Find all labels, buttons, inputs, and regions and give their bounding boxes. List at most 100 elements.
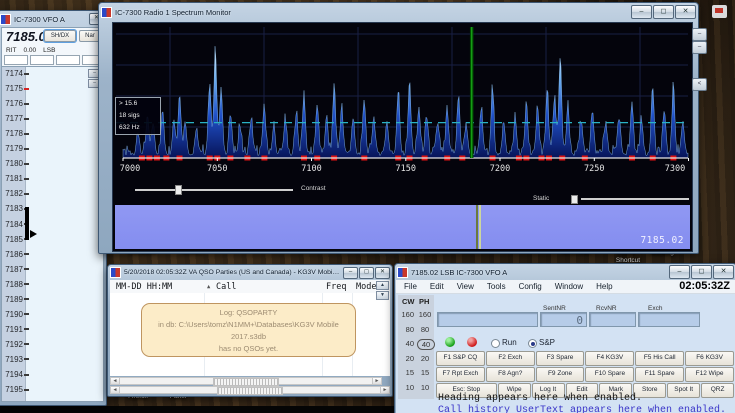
bandmap-freq-7195[interactable]: 7195 <box>2 384 29 395</box>
menu-view[interactable]: View <box>457 282 474 291</box>
maximize-icon[interactable]: ◻ <box>653 5 674 19</box>
f9-button[interactable]: F9 Zone <box>536 367 585 382</box>
bandmap-freq-7193[interactable]: 7193 <box>2 354 29 365</box>
run-radio[interactable] <box>491 339 500 348</box>
bandmap-freq-7196[interactable]: 7196 <box>2 399 29 402</box>
spectrum-span-up-button[interactable]: – <box>692 28 707 41</box>
close-icon[interactable]: ✕ <box>713 265 734 279</box>
minimize-icon[interactable]: – <box>631 5 652 19</box>
scroll-left-icon[interactable]: ◄ <box>111 387 120 393</box>
col-header-freq[interactable]: Freq <box>326 282 346 292</box>
exch-input[interactable] <box>638 312 700 327</box>
f4-button[interactable]: F4 KG3V <box>585 351 634 366</box>
minimize-icon[interactable]: – <box>669 265 690 279</box>
spot-button[interactable]: Spot It <box>667 383 700 398</box>
shdx-button[interactable]: SH/DX <box>44 30 76 42</box>
scrollbar-grip[interactable] <box>217 387 283 395</box>
cw-band-value[interactable]: 80 <box>399 325 414 334</box>
log-titlebar[interactable]: 5/20/2018 02:05:32Z VA QSO Parties (US a… <box>110 266 390 279</box>
memory-box[interactable] <box>4 55 28 65</box>
col-header-call[interactable]: Call <box>216 282 236 292</box>
bandmap-freq-7190[interactable]: 7190 <box>2 309 29 320</box>
desktop-shortcut-icon[interactable] <box>712 5 727 18</box>
col-header-mode[interactable]: Mode <box>356 282 376 292</box>
bandmap-freq-7188[interactable]: 7188 <box>2 279 29 290</box>
ph-band-value[interactable]: 20 <box>417 354 433 363</box>
ph-band-value[interactable]: 80 <box>417 325 433 334</box>
bandmap-freq-7175[interactable]: 7175 <box>2 83 29 94</box>
contrast-slider-thumb[interactable] <box>175 185 182 195</box>
qrz-button[interactable]: QRZ <box>701 383 734 398</box>
f8-button[interactable]: F8 Agn? <box>486 367 535 382</box>
ph-band-value[interactable]: 40 <box>417 339 435 350</box>
menu-tools[interactable]: Tools <box>487 282 506 291</box>
bandmap-freq-7181[interactable]: 7181 <box>2 173 29 184</box>
menu-help[interactable]: Help <box>596 282 612 291</box>
log-horizontal-scrollbar[interactable]: ◄ ► <box>110 377 382 385</box>
ph-band-value[interactable]: 160 <box>417 310 433 319</box>
scrollbar-grip[interactable] <box>213 378 279 386</box>
log-horizontal-scrollbar[interactable]: ◄ ► <box>110 386 390 394</box>
f11-button[interactable]: F11 Spare <box>635 367 684 382</box>
vfo-titlebar[interactable]: IC-7300 VFO A ✕ <box>0 12 104 26</box>
bandmap-freq-7186[interactable]: 7186 <box>2 249 29 260</box>
bandmap[interactable]: 7174717571767177717871797180718171827183… <box>1 66 104 402</box>
bandmap-freq-7182[interactable]: 7182 <box>2 188 29 199</box>
cw-band-value[interactable]: 20 <box>399 354 414 363</box>
f2-button[interactable]: F2 Exch <box>486 351 535 366</box>
f1-button[interactable]: F1 S&P CQ <box>436 351 485 366</box>
bandmap-freq-7194[interactable]: 7194 <box>2 369 29 380</box>
contrast-slider-track[interactable] <box>135 189 293 191</box>
spectrum-titlebar[interactable]: IC-7300 Radio 1 Spectrum Monitor – ◻ ✕ <box>101 4 696 20</box>
menu-config[interactable]: Config <box>519 282 542 291</box>
bandmap-freq-7180[interactable]: 7180 <box>2 158 29 169</box>
menu-file[interactable]: File <box>404 282 417 291</box>
memory-box[interactable] <box>30 55 54 65</box>
static-slider-track[interactable] <box>581 198 689 200</box>
memory-box[interactable] <box>56 55 80 65</box>
close-icon[interactable]: ✕ <box>675 5 696 19</box>
scroll-down-icon[interactable]: ▼ <box>376 291 389 300</box>
bandmap-freq-7189[interactable]: 7189 <box>2 294 29 305</box>
f6-button[interactable]: F6 KG3V <box>685 351 734 366</box>
close-icon[interactable]: ✕ <box>375 267 390 279</box>
scroll-right-icon[interactable]: ► <box>372 378 381 384</box>
ph-band-value[interactable]: 15 <box>417 368 433 377</box>
spectrum-plot[interactable] <box>114 27 691 162</box>
f10-button[interactable]: F10 Spare <box>585 367 634 382</box>
minimize-icon[interactable]: – <box>343 267 358 279</box>
static-slider-thumb[interactable] <box>571 195 578 204</box>
waterfall-display[interactable]: 7185.02 <box>115 205 690 249</box>
cw-band-value[interactable]: 15 <box>399 368 414 377</box>
bandmap-freq-7191[interactable]: 7191 <box>2 324 29 335</box>
col-header-datetime[interactable]: MM-DD HH:MM <box>116 282 172 292</box>
bandmap-freq-7174[interactable]: 7174 <box>2 68 29 79</box>
rcv-nr-input[interactable] <box>589 312 636 327</box>
bandmap-freq-7177[interactable]: 7177 <box>2 113 29 124</box>
maximize-icon[interactable]: ◻ <box>359 267 374 279</box>
scroll-up-icon[interactable]: ▲ <box>376 281 389 290</box>
bandmap-freq-7176[interactable]: 7176 <box>2 98 29 109</box>
cw-band-value[interactable]: 40 <box>399 339 414 348</box>
maximize-icon[interactable]: ◻ <box>691 265 712 279</box>
scroll-right-icon[interactable]: ► <box>380 387 389 393</box>
bandmap-freq-7192[interactable]: 7192 <box>2 339 29 350</box>
entry-titlebar[interactable]: 7185.02 LSB IC-7300 VFO A – ◻ ✕ <box>397 265 734 279</box>
scroll-left-icon[interactable]: ◄ <box>111 378 120 384</box>
menu-window[interactable]: Window <box>555 282 583 291</box>
ph-band-value[interactable]: 10 <box>417 383 433 392</box>
log-column-headers[interactable]: MM-DD HH:MM ▲ Call Freq Mode <box>110 280 390 294</box>
bandmap-freq-7178[interactable]: 7178 <box>2 128 29 139</box>
bandmap-freq-7179[interactable]: 7179 <box>2 143 29 154</box>
sent-nr-input[interactable]: 0 <box>540 312 587 327</box>
f7-button[interactable]: F7 Rpt Exch <box>436 367 485 382</box>
spectrum-span-down-button[interactable]: – <box>692 41 707 54</box>
f12-button[interactable]: F12 Wipe <box>685 367 734 382</box>
f5-button[interactable]: F5 His Call <box>635 351 684 366</box>
bandmap-freq-7187[interactable]: 7187 <box>2 264 29 275</box>
spectrum-collapse-button[interactable]: < <box>692 78 707 91</box>
cw-band-value[interactable]: 10 <box>399 383 414 392</box>
menu-edit[interactable]: Edit <box>430 282 444 291</box>
sp-radio[interactable] <box>528 339 537 348</box>
f3-button[interactable]: F3 Spare <box>536 351 585 366</box>
